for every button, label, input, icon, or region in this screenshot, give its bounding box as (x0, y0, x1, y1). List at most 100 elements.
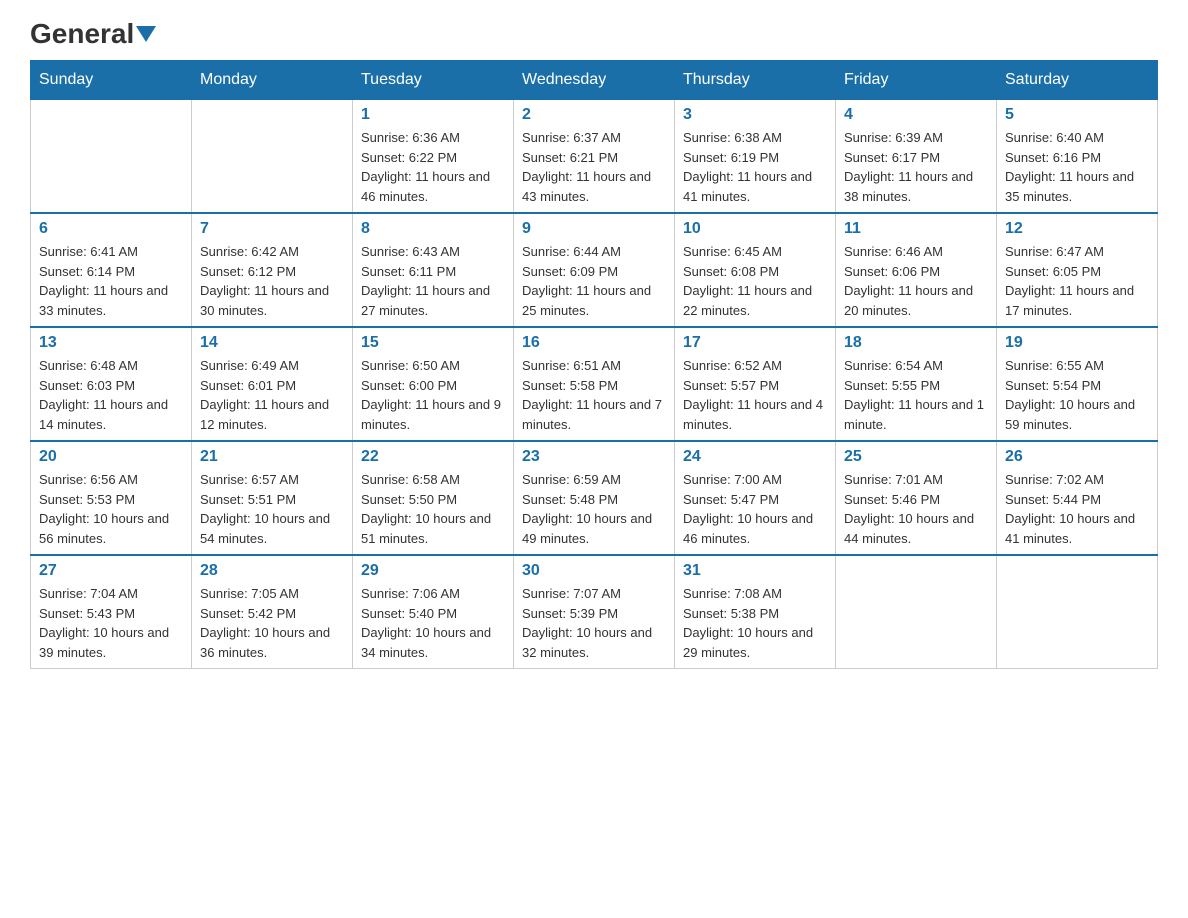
day-number: 1 (361, 106, 505, 124)
page-header: General (30, 20, 1158, 50)
calendar-cell: 1 Sunrise: 6:36 AMSunset: 6:22 PMDaylight… (353, 100, 514, 214)
sun-info: Sunrise: 6:57 AMSunset: 5:51 PMDaylight:… (200, 470, 344, 548)
weekday-header-tuesday: Tuesday (353, 61, 514, 100)
sun-info: Sunrise: 7:06 AMSunset: 5:40 PMDaylight:… (361, 584, 505, 662)
sun-info: Sunrise: 6:52 AMSunset: 5:57 PMDaylight:… (683, 356, 827, 434)
sun-info: Sunrise: 6:55 AMSunset: 5:54 PMDaylight:… (1005, 356, 1149, 434)
calendar-cell: 29 Sunrise: 7:06 AMSunset: 5:40 PMDayligh… (353, 555, 514, 669)
calendar-cell: 10Sunrise: 6:45 AMSunset: 6:08 PMDayligh… (675, 213, 836, 327)
sun-info: Sunrise: 6:44 AMSunset: 6:09 PMDaylight:… (522, 242, 666, 320)
calendar-cell: 3 Sunrise: 6:38 AMSunset: 6:19 PMDaylight… (675, 100, 836, 214)
sun-info: Sunrise: 6:36 AMSunset: 6:22 PMDaylight:… (361, 128, 505, 206)
calendar-cell: 28 Sunrise: 7:05 AMSunset: 5:42 PMDayligh… (192, 555, 353, 669)
sun-info: Sunrise: 7:07 AMSunset: 5:39 PMDaylight:… (522, 584, 666, 662)
day-number: 20 (39, 448, 183, 466)
calendar-cell (31, 100, 192, 214)
calendar-cell: 13 Sunrise: 6:48 AMSunset: 6:03 PMDayligh… (31, 327, 192, 441)
calendar-cell: 8Sunrise: 6:43 AMSunset: 6:11 PMDaylight… (353, 213, 514, 327)
day-number: 25 (844, 448, 988, 466)
calendar-cell: 16 Sunrise: 6:51 AMSunset: 5:58 PMDayligh… (514, 327, 675, 441)
sun-info: Sunrise: 6:41 AMSunset: 6:14 PMDaylight:… (39, 242, 183, 320)
calendar-cell: 19 Sunrise: 6:55 AMSunset: 5:54 PMDayligh… (997, 327, 1158, 441)
weekday-header-thursday: Thursday (675, 61, 836, 100)
day-number: 18 (844, 334, 988, 352)
weekday-header-sunday: Sunday (31, 61, 192, 100)
calendar-cell (192, 100, 353, 214)
calendar-week-row-2: 6 Sunrise: 6:41 AMSunset: 6:14 PMDaylight… (31, 213, 1158, 327)
day-number: 24 (683, 448, 827, 466)
sun-info: Sunrise: 7:08 AMSunset: 5:38 PMDaylight:… (683, 584, 827, 662)
calendar-cell: 7 Sunrise: 6:42 AMSunset: 6:12 PMDaylight… (192, 213, 353, 327)
calendar-cell: 5Sunrise: 6:40 AMSunset: 6:16 PMDaylight… (997, 100, 1158, 214)
logo-top: General (30, 20, 156, 48)
day-number: 23 (522, 448, 666, 466)
calendar-cell: 12Sunrise: 6:47 AMSunset: 6:05 PMDayligh… (997, 213, 1158, 327)
sun-info: Sunrise: 7:05 AMSunset: 5:42 PMDaylight:… (200, 584, 344, 662)
calendar-cell: 6 Sunrise: 6:41 AMSunset: 6:14 PMDaylight… (31, 213, 192, 327)
sun-info: Sunrise: 6:37 AMSunset: 6:21 PMDaylight:… (522, 128, 666, 206)
sun-info: Sunrise: 6:54 AMSunset: 5:55 PMDaylight:… (844, 356, 988, 434)
day-number: 6 (39, 220, 183, 238)
calendar-table: SundayMondayTuesdayWednesdayThursdayFrid… (30, 60, 1158, 669)
day-number: 28 (200, 562, 344, 580)
calendar-cell: 15 Sunrise: 6:50 AMSunset: 6:00 PMDayligh… (353, 327, 514, 441)
calendar-week-row-4: 20 Sunrise: 6:56 AMSunset: 5:53 PMDayligh… (31, 441, 1158, 555)
weekday-header-friday: Friday (836, 61, 997, 100)
sun-info: Sunrise: 6:42 AMSunset: 6:12 PMDaylight:… (200, 242, 344, 320)
day-number: 19 (1005, 334, 1149, 352)
day-number: 13 (39, 334, 183, 352)
calendar-week-row-5: 27 Sunrise: 7:04 AMSunset: 5:43 PMDayligh… (31, 555, 1158, 669)
logo-general: General (30, 18, 134, 49)
sun-info: Sunrise: 7:01 AMSunset: 5:46 PMDaylight:… (844, 470, 988, 548)
calendar-cell: 22 Sunrise: 6:58 AMSunset: 5:50 PMDayligh… (353, 441, 514, 555)
calendar-cell: 24 Sunrise: 7:00 AMSunset: 5:47 PMDayligh… (675, 441, 836, 555)
sun-info: Sunrise: 6:50 AMSunset: 6:00 PMDaylight:… (361, 356, 505, 434)
sun-info: Sunrise: 6:56 AMSunset: 5:53 PMDaylight:… (39, 470, 183, 548)
day-number: 27 (39, 562, 183, 580)
sun-info: Sunrise: 6:47 AMSunset: 6:05 PMDaylight:… (1005, 242, 1149, 320)
sun-info: Sunrise: 7:00 AMSunset: 5:47 PMDaylight:… (683, 470, 827, 548)
calendar-week-row-3: 13 Sunrise: 6:48 AMSunset: 6:03 PMDayligh… (31, 327, 1158, 441)
day-number: 10 (683, 220, 827, 238)
calendar-cell: 2 Sunrise: 6:37 AMSunset: 6:21 PMDaylight… (514, 100, 675, 214)
calendar-cell: 26Sunrise: 7:02 AMSunset: 5:44 PMDayligh… (997, 441, 1158, 555)
day-number: 5 (1005, 106, 1149, 124)
sun-info: Sunrise: 6:58 AMSunset: 5:50 PMDaylight:… (361, 470, 505, 548)
day-number: 7 (200, 220, 344, 238)
calendar-cell: 27 Sunrise: 7:04 AMSunset: 5:43 PMDayligh… (31, 555, 192, 669)
sun-info: Sunrise: 6:51 AMSunset: 5:58 PMDaylight:… (522, 356, 666, 434)
day-number: 3 (683, 106, 827, 124)
sun-info: Sunrise: 6:49 AMSunset: 6:01 PMDaylight:… (200, 356, 344, 434)
day-number: 22 (361, 448, 505, 466)
day-number: 9 (522, 220, 666, 238)
sun-info: Sunrise: 6:48 AMSunset: 6:03 PMDaylight:… (39, 356, 183, 434)
day-number: 29 (361, 562, 505, 580)
calendar-cell (836, 555, 997, 669)
day-number: 11 (844, 220, 988, 238)
calendar-cell (997, 555, 1158, 669)
weekday-header-wednesday: Wednesday (514, 61, 675, 100)
sun-info: Sunrise: 6:38 AMSunset: 6:19 PMDaylight:… (683, 128, 827, 206)
calendar-cell: 17Sunrise: 6:52 AMSunset: 5:57 PMDayligh… (675, 327, 836, 441)
weekday-header-saturday: Saturday (997, 61, 1158, 100)
day-number: 2 (522, 106, 666, 124)
calendar-cell: 21Sunrise: 6:57 AMSunset: 5:51 PMDayligh… (192, 441, 353, 555)
calendar-cell: 23Sunrise: 6:59 AMSunset: 5:48 PMDayligh… (514, 441, 675, 555)
day-number: 14 (200, 334, 344, 352)
day-number: 30 (522, 562, 666, 580)
weekday-header-row: SundayMondayTuesdayWednesdayThursdayFrid… (31, 61, 1158, 100)
logo-triangle-icon (136, 26, 156, 42)
weekday-header-monday: Monday (192, 61, 353, 100)
sun-info: Sunrise: 7:04 AMSunset: 5:43 PMDaylight:… (39, 584, 183, 662)
day-number: 16 (522, 334, 666, 352)
calendar-week-row-1: 1 Sunrise: 6:36 AMSunset: 6:22 PMDaylight… (31, 100, 1158, 214)
sun-info: Sunrise: 6:46 AMSunset: 6:06 PMDaylight:… (844, 242, 988, 320)
day-number: 15 (361, 334, 505, 352)
day-number: 8 (361, 220, 505, 238)
calendar-cell: 25 Sunrise: 7:01 AMSunset: 5:46 PMDayligh… (836, 441, 997, 555)
calendar-cell: 4Sunrise: 6:39 AMSunset: 6:17 PMDaylight… (836, 100, 997, 214)
logo: General (30, 20, 156, 50)
calendar-cell: 30 Sunrise: 7:07 AMSunset: 5:39 PMDayligh… (514, 555, 675, 669)
calendar-cell: 20 Sunrise: 6:56 AMSunset: 5:53 PMDayligh… (31, 441, 192, 555)
calendar-cell: 11 Sunrise: 6:46 AMSunset: 6:06 PMDayligh… (836, 213, 997, 327)
